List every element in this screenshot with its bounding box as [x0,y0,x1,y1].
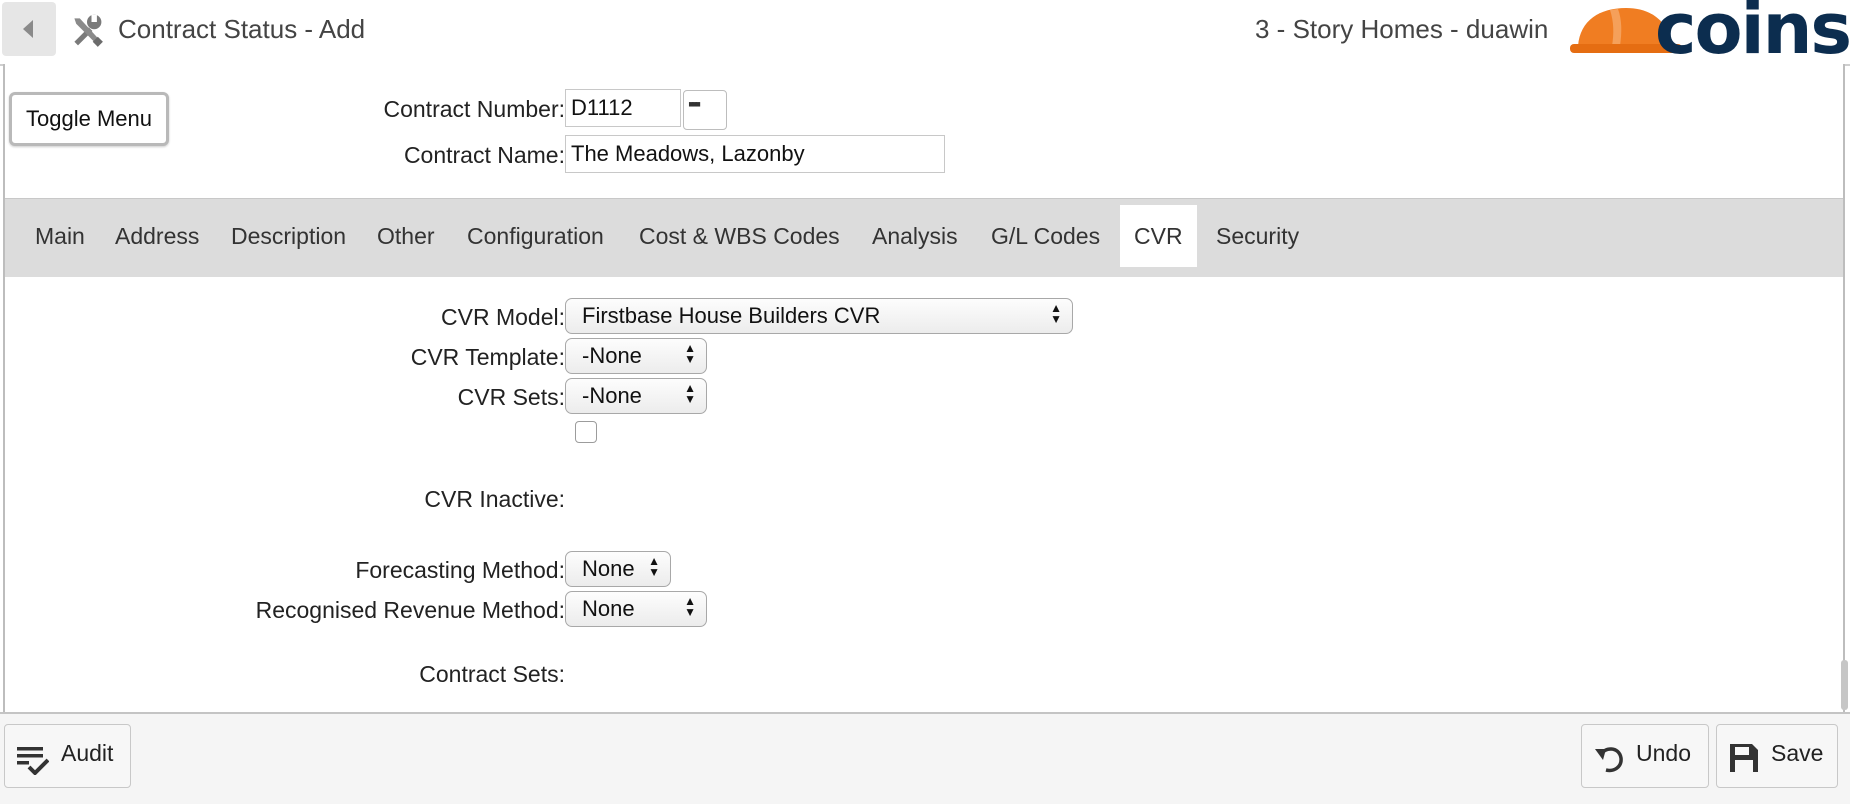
tab-bar: Main Address Description Other Configura… [5,198,1843,277]
main-panel: Toggle Menu Contract Number: D1112 Contr… [3,64,1845,712]
select-arrows-icon: ▲ ▼ [648,554,660,579]
cvr-inactive-checkbox[interactable] [575,421,597,443]
recognised-revenue-method-select[interactable]: None ▲ ▼ [565,591,707,627]
page-title: Contract Status - Add [118,14,366,44]
cvr-template-select[interactable]: -None ▲ ▼ [565,338,707,374]
select-arrows-icon: ▲ ▼ [684,594,696,619]
tab-other[interactable]: Other [363,205,449,267]
cvr-sets-value: -None [582,383,642,408]
undo-icon [1595,747,1623,773]
select-arrows-icon: ▲ ▼ [684,341,696,366]
audit-button[interactable]: Audit [4,724,131,788]
forecasting-method-value: None [582,556,635,581]
company-user-label: 3 - Story Homes - duawin [1255,14,1549,44]
scrollbar-thumb[interactable] [1841,660,1848,710]
cvr-model-select[interactable]: Firstbase House Builders CVR ▲ ▼ [565,298,1073,334]
back-button[interactable] [2,2,56,56]
contract-lookup-button[interactable] [683,90,727,130]
title-bar: Contract Status - Add 3 - Story Homes - … [0,0,1850,70]
save-button[interactable]: Save [1716,724,1838,788]
coins-logo: coins [1655,0,1850,70]
contract-name-label: Contract Name: [403,142,565,168]
cvr-sets-label: CVR Sets: [457,384,565,410]
contract-number-input[interactable]: D1112 [565,89,681,127]
tab-security[interactable]: Security [1202,205,1313,267]
save-disk-icon [1730,744,1758,772]
tab-main[interactable]: Main [21,205,99,267]
cvr-model-label: CVR Model: [441,304,565,330]
tab-address[interactable]: Address [101,205,213,267]
tab-description[interactable]: Description [217,205,360,267]
select-arrows-icon: ▲ ▼ [1050,301,1062,326]
undo-label: Undo [1636,740,1691,766]
cvr-inactive-label: CVR Inactive: [424,486,565,512]
audit-label: Audit [61,740,114,766]
cvr-template-label: CVR Template: [410,344,565,370]
tab-cvr[interactable]: CVR [1120,205,1197,267]
cvr-sets-select[interactable]: -None ▲ ▼ [565,378,707,414]
undo-button[interactable]: Undo [1581,724,1709,788]
tab-gl-codes[interactable]: G/L Codes [977,205,1114,267]
recognised-revenue-method-value: None [582,596,635,621]
contract-name-input[interactable]: The Meadows, Lazonby [565,135,945,173]
select-arrows-icon: ▲ ▼ [684,381,696,406]
contract-number-label: Contract Number: [383,96,565,122]
forecasting-method-label: Forecasting Method: [355,557,565,583]
forecasting-method-select[interactable]: None ▲ ▼ [565,551,671,587]
recognised-revenue-method-label: Recognised Revenue Method: [255,597,565,623]
contract-sets-label: Contract Sets: [419,661,565,687]
cvr-model-value: Firstbase House Builders CVR [582,303,881,328]
tools-icon [74,14,103,47]
cvr-template-value: -None [582,343,642,368]
audit-checklist-icon [17,747,49,775]
tab-configuration[interactable]: Configuration [453,205,618,267]
save-label: Save [1771,740,1824,766]
tab-analysis[interactable]: Analysis [858,205,972,267]
footer-toolbar: Audit Undo Save [0,712,1850,804]
tab-cost-wbs-codes[interactable]: Cost & WBS Codes [625,205,854,267]
